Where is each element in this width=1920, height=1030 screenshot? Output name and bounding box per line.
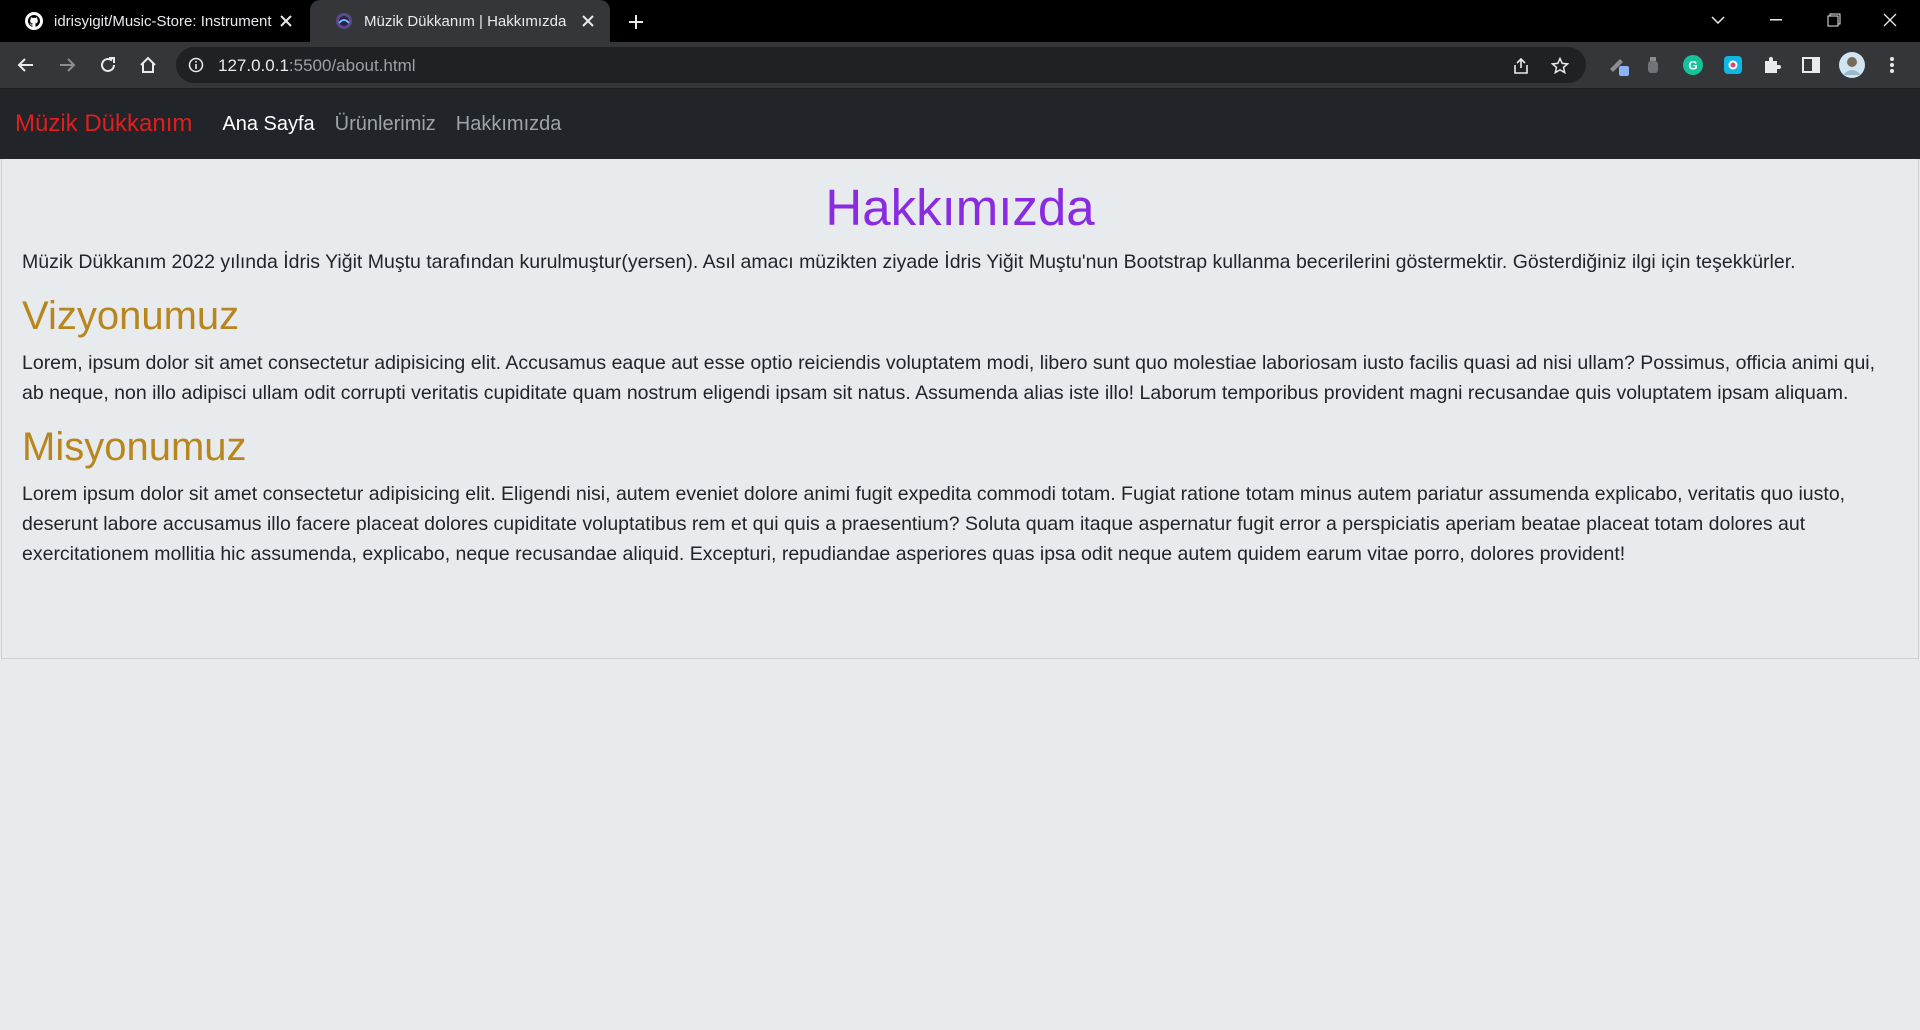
github-icon	[24, 11, 44, 31]
minimize-icon	[1770, 19, 1782, 21]
reload-icon	[101, 57, 115, 72]
extension-camera-icon[interactable]	[1721, 53, 1745, 77]
home-button[interactable]	[134, 51, 162, 79]
vision-heading: Vizyonumuz	[22, 294, 240, 338]
chevron-down-icon	[1711, 16, 1725, 24]
mission-heading: Misyonumuz	[22, 425, 247, 469]
info-icon[interactable]	[186, 55, 206, 75]
browser-toolbar: 127.0.0.1:5500/about.html G	[0, 42, 1920, 88]
url-path: :5500/about.html	[288, 56, 416, 75]
about-content: Hakkımızda Müzik Dükkanım 2022 yılında İ…	[1, 159, 1919, 659]
tab-title: idrisyigit/Music-Store: Instrument	[54, 12, 272, 30]
arrow-left-icon	[17, 58, 33, 72]
browser-tabstrip: idrisyigit/Music-Store: Instrument Müzik…	[0, 0, 1920, 42]
url-host: 127.0.0.1	[218, 56, 289, 75]
mission-paragraph: Lorem ipsum dolor sit amet consectetur a…	[22, 483, 1846, 565]
site-navbar: Müzik Dükkanım Ana Sayfa Ürünlerimiz Hak…	[0, 89, 1920, 159]
extension-bottle-icon[interactable]	[1641, 53, 1665, 77]
arrow-right-icon	[60, 58, 76, 72]
share-icon[interactable]	[1510, 55, 1532, 77]
new-tab-button[interactable]	[622, 8, 650, 36]
minimize-button[interactable]	[1748, 0, 1804, 40]
forward-button[interactable]	[53, 51, 81, 79]
close-icon	[1883, 13, 1897, 27]
back-button[interactable]	[12, 51, 40, 79]
star-icon[interactable]	[1549, 55, 1571, 77]
nav-link-urunlerimiz[interactable]: Ürünlerimiz	[335, 113, 436, 136]
brand-link[interactable]: Müzik Dükkanım	[15, 110, 192, 138]
browser-tab-github[interactable]: idrisyigit/Music-Store: Instrument	[0, 0, 308, 42]
nav-link-ana-sayfa[interactable]: Ana Sayfa	[222, 113, 314, 136]
restore-icon	[1827, 13, 1841, 27]
nav-link-hakkimizda[interactable]: Hakkımızda	[456, 113, 562, 136]
vscode-live-server-icon	[334, 11, 354, 31]
extensions-puzzle-icon[interactable]	[1760, 53, 1784, 77]
tab-title: Müzik Dükkanım | Hakkımızda	[364, 12, 567, 30]
address-bar[interactable]: 127.0.0.1:5500/about.html	[176, 47, 1586, 83]
grammarly-icon[interactable]: G	[1681, 53, 1705, 77]
avatar[interactable]	[1838, 51, 1866, 79]
close-icon[interactable]	[578, 11, 598, 31]
restore-button[interactable]	[1806, 0, 1862, 40]
url-text: 127.0.0.1:5500/about.html	[218, 56, 416, 76]
close-icon[interactable]	[276, 11, 296, 31]
page-title: Hakkımızda	[825, 179, 1095, 236]
intro-paragraph: Müzik Dükkanım 2022 yılında İdris Yiğit …	[22, 251, 1796, 273]
menu-dots-icon[interactable]	[1880, 53, 1904, 77]
side-panel-icon[interactable]	[1799, 53, 1823, 77]
svg-text:G: G	[1688, 59, 1697, 73]
home-icon	[140, 56, 156, 73]
close-window-button[interactable]	[1862, 0, 1918, 40]
browser-tab-active[interactable]: Müzik Dükkanım | Hakkımızda	[310, 0, 610, 42]
vision-paragraph: Lorem, ipsum dolor sit amet consectetur …	[22, 352, 1876, 404]
extension-pen-icon[interactable]	[1606, 53, 1630, 77]
tab-search-button[interactable]	[1690, 0, 1746, 40]
reload-button[interactable]	[94, 51, 122, 79]
plus-icon	[629, 15, 643, 29]
